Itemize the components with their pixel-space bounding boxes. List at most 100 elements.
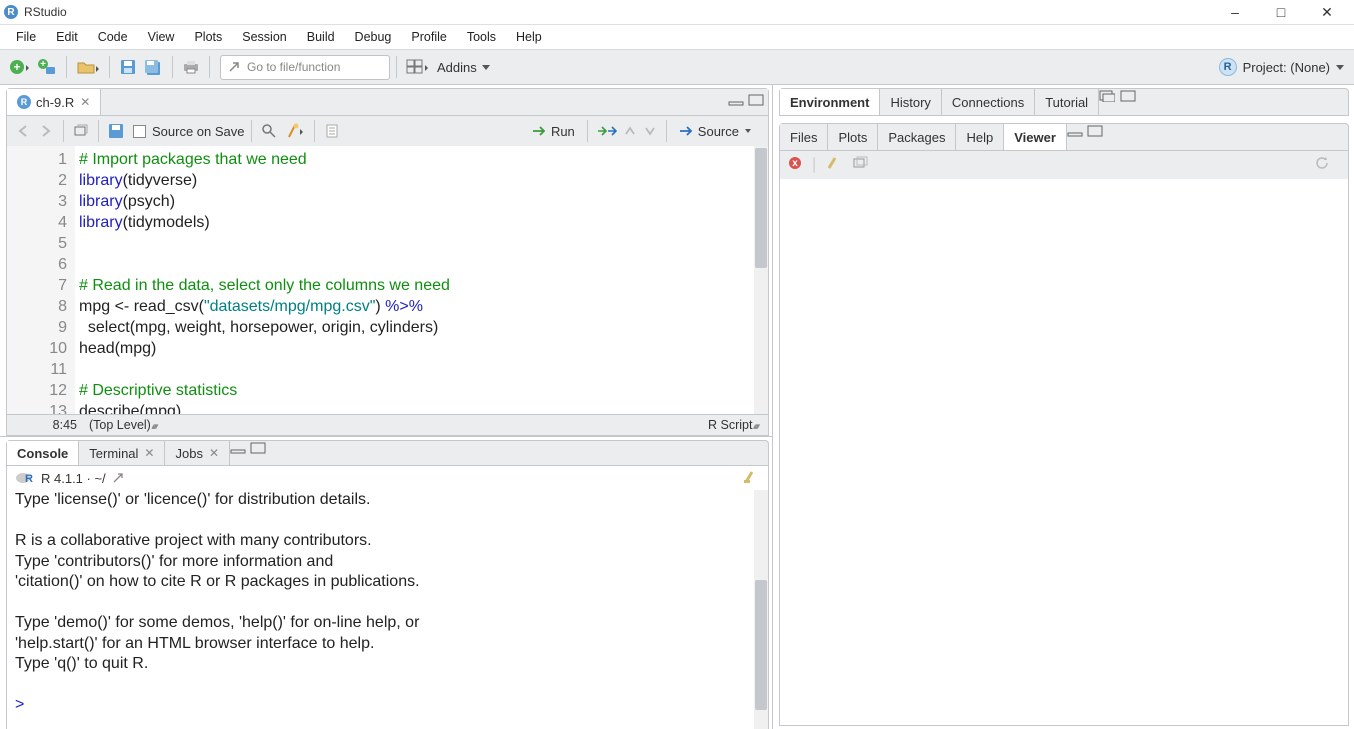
addins-menu[interactable]: Addins [437, 60, 490, 75]
close-button[interactable]: ✕ [1304, 0, 1350, 25]
editor-scrollbar[interactable] [754, 146, 768, 414]
rerun-button[interactable] [597, 124, 617, 138]
project-r-icon: R [1219, 58, 1237, 76]
close-jobs-icon[interactable]: ✕ [209, 446, 219, 460]
menu-plots[interactable]: Plots [184, 27, 232, 47]
app-logo-icon: R [4, 5, 18, 19]
forward-button[interactable] [38, 124, 54, 138]
minimize-console-icon[interactable] [230, 441, 246, 458]
console-version: R 4.1.1 · ~/ [41, 471, 106, 486]
source-button[interactable]: Source [673, 124, 762, 139]
tab-console[interactable]: Console [7, 441, 79, 465]
file-mode[interactable]: R Script [708, 418, 758, 432]
maximize-env-icon[interactable] [1120, 89, 1136, 106]
source-on-save-checkbox[interactable] [133, 125, 146, 138]
menu-session[interactable]: Session [232, 27, 296, 47]
minimize-viewer-icon[interactable] [1067, 124, 1083, 141]
console-scrollbar[interactable] [754, 490, 768, 729]
menu-bar: File Edit Code View Plots Session Build … [0, 25, 1354, 49]
source-btn-label: Source [698, 124, 739, 139]
go-to-prev-button[interactable] [623, 124, 637, 138]
main-toolbar: + + Go to file/function Addins R Project… [0, 49, 1354, 85]
goto-arrow-icon [227, 60, 241, 74]
menu-edit[interactable]: Edit [46, 27, 88, 47]
goto-file-function-input[interactable]: Go to file/function [220, 55, 390, 80]
tab-packages[interactable]: Packages [878, 124, 956, 150]
new-project-button[interactable]: + [37, 58, 57, 76]
close-terminal-icon[interactable]: ✕ [144, 446, 154, 460]
tab-environment[interactable]: Environment [780, 89, 880, 115]
menu-profile[interactable]: Profile [401, 27, 456, 47]
source-tab-ch9[interactable]: R ch-9.R ✕ [7, 89, 101, 115]
maximize-pane-icon[interactable] [748, 93, 764, 111]
viewer-toolbar: x | [779, 151, 1349, 179]
source-toolbar: Source on Save Run [6, 116, 769, 146]
maximize-console-icon[interactable] [250, 441, 266, 458]
print-button[interactable] [182, 59, 200, 75]
remove-viewer-icon[interactable]: x [788, 156, 802, 175]
compile-report-button[interactable] [324, 123, 340, 139]
minimize-pane-icon[interactable] [728, 93, 744, 111]
show-in-new-window-button[interactable] [73, 124, 89, 138]
clear-console-icon[interactable] [742, 470, 760, 487]
code-editor[interactable]: 12345678910111213 # Import packages that… [6, 146, 769, 414]
app-title: RStudio [24, 5, 1212, 19]
menu-file[interactable]: File [6, 27, 46, 47]
tab-tutorial[interactable]: Tutorial [1035, 89, 1099, 115]
run-button[interactable]: Run [526, 124, 581, 139]
menu-code[interactable]: Code [88, 27, 138, 47]
back-button[interactable] [16, 124, 32, 138]
tab-viewer[interactable]: Viewer [1004, 124, 1067, 150]
refresh-viewer-icon[interactable] [1314, 155, 1330, 176]
menu-help[interactable]: Help [506, 27, 552, 47]
menu-tools[interactable]: Tools [457, 27, 506, 47]
r-file-icon: R [17, 95, 31, 109]
tab-files[interactable]: Files [780, 124, 828, 150]
viewer-pane: Files Plots Packages Help Viewer x | [779, 123, 1349, 726]
tab-terminal[interactable]: Terminal✕ [79, 441, 165, 465]
source-tabs: R ch-9.R ✕ [6, 88, 769, 116]
console-header: R R 4.1.1 · ~/ [6, 466, 769, 490]
goto-placeholder: Go to file/function [247, 60, 340, 74]
r-logo-icon: R [15, 471, 33, 485]
bottom-right-tabs: Files Plots Packages Help Viewer [779, 123, 1349, 151]
code-area[interactable]: # Import packages that we needlibrary(ti… [75, 146, 768, 414]
run-label: Run [551, 124, 575, 139]
open-file-button[interactable] [76, 58, 100, 76]
menu-view[interactable]: View [138, 27, 185, 47]
workspace-panes-button[interactable] [406, 59, 428, 75]
export-viewer-icon[interactable] [852, 156, 868, 175]
maximize-button[interactable]: □ [1258, 0, 1304, 25]
code-tools-button[interactable] [283, 123, 305, 139]
console-output[interactable]: Type 'license()' or 'licence()' for dist… [6, 490, 769, 729]
environment-pane: Environment History Connections Tutorial [779, 88, 1349, 117]
scope-indicator[interactable]: (Top Level) [89, 418, 708, 432]
tab-plots[interactable]: Plots [828, 124, 878, 150]
svg-text:R: R [25, 473, 33, 485]
tab-history[interactable]: History [880, 89, 941, 115]
go-to-next-button[interactable] [643, 124, 657, 138]
menu-build[interactable]: Build [297, 27, 345, 47]
new-file-button[interactable]: + [9, 58, 31, 76]
save-source-button[interactable] [108, 123, 124, 139]
save-button[interactable] [119, 58, 137, 76]
svg-text:x: x [792, 158, 798, 169]
project-label: Project: (None) [1243, 60, 1330, 75]
console-popout-icon[interactable] [112, 472, 126, 484]
restore-env-icon[interactable] [1099, 89, 1115, 106]
maximize-viewer-icon[interactable] [1087, 124, 1103, 141]
clear-viewer-icon[interactable] [826, 156, 842, 175]
console-pane: Console Terminal✕ Jobs✕ R R 4.1.1 · ~/ T… [0, 437, 772, 729]
save-all-button[interactable] [143, 58, 163, 76]
menu-debug[interactable]: Debug [345, 27, 402, 47]
minimize-button[interactable]: – [1212, 0, 1258, 25]
find-replace-button[interactable] [261, 123, 277, 139]
line-gutter: 12345678910111213 [7, 146, 75, 414]
source-on-save-label: Source on Save [152, 124, 245, 139]
tab-connections[interactable]: Connections [942, 89, 1035, 115]
project-menu[interactable]: R Project: (None) [1219, 58, 1344, 76]
tab-help[interactable]: Help [956, 124, 1004, 150]
close-tab-icon[interactable]: ✕ [80, 95, 90, 109]
top-right-tabs: Environment History Connections Tutorial [779, 88, 1349, 116]
tab-jobs[interactable]: Jobs✕ [165, 441, 230, 465]
